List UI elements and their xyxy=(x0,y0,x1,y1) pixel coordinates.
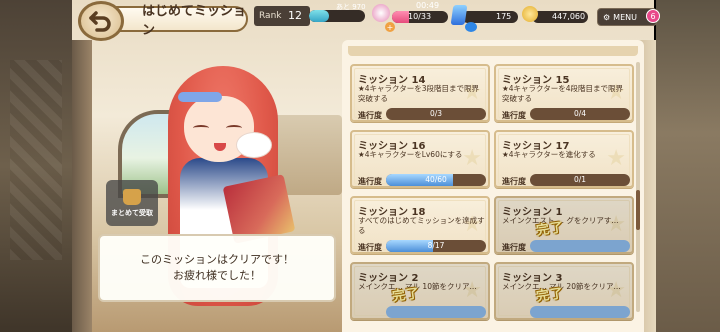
scrollbar-thumb[interactable] xyxy=(636,190,640,230)
mission-card[interactable]: ★ ミッション 2 メインクエ... マル 10節をクリア... 完了 xyxy=(350,262,490,320)
complete-stamp: 完了 xyxy=(535,286,566,305)
progress-label: 進行度 xyxy=(502,243,526,252)
menu-notification-badge: 6 xyxy=(646,9,660,23)
bow-icon xyxy=(236,132,272,158)
back-button[interactable] xyxy=(78,1,124,41)
mission-card[interactable]: ★ ミッション 15 ★4キャラクターを4段階目まで限界突破する 進行度 0/4 xyxy=(494,64,634,122)
collect-all-button[interactable]: まとめて受取 xyxy=(106,180,158,226)
character-dialog: このミッションはクリアです！ お疲れ様でした！ xyxy=(98,234,336,302)
mission-card[interactable]: ★ ミッション 17 ★4キャラクターを進化する 進行度 0/1 xyxy=(494,130,634,188)
progress-bar xyxy=(530,240,630,252)
stamina-icon xyxy=(372,4,390,22)
collect-all-label: まとめて受取 xyxy=(111,208,153,217)
mission-description: ★4キャラクターを4段階目まで限界突破する xyxy=(502,84,623,103)
mission-card[interactable]: ★ ミッション 14 ★4キャラクターを3段階目まで限界突破する 進行度 0/3 xyxy=(350,64,490,122)
mission-description: ★4キャラクターを3段階目まで限界突破する xyxy=(358,84,479,103)
progress-label: 進行度 xyxy=(358,111,382,120)
mission-description: すべてのはじめてミッションを達成する xyxy=(358,216,485,235)
mission-card[interactable]: ★ ミッション 16 ★4キャラクターをLv60にする 進行度 40/60 xyxy=(350,130,490,188)
progress-bar: 0/4 xyxy=(530,108,630,120)
stamina-text: 10/33 xyxy=(408,12,432,21)
stamina-bar-fill xyxy=(392,11,409,23)
progress-bar: 0/3 xyxy=(386,108,486,120)
rank-value: 12 xyxy=(288,9,302,22)
character-eye xyxy=(226,125,242,131)
progress-bar xyxy=(530,306,630,318)
back-arrow-icon xyxy=(89,11,111,32)
gem-icon xyxy=(450,5,468,25)
dialog-line-1: このミッションはクリアです！ xyxy=(140,253,294,266)
page-title: はじめてミッション xyxy=(116,4,248,38)
stamina-timer: 00:49 xyxy=(416,1,440,10)
mission-description: ★4キャラクターを進化する xyxy=(502,150,596,159)
exp-bar-fill xyxy=(309,10,329,22)
progress-bar: 40/60 xyxy=(386,174,486,186)
right-border xyxy=(656,0,720,332)
progress-value: 0/4 xyxy=(573,109,587,118)
hairpin-icon xyxy=(178,92,222,102)
mission-description: メインクエ... マル 10節をクリア... xyxy=(358,282,477,291)
mission-description: メインクエスト ... グをクリアす... xyxy=(502,216,619,225)
mission-list-top-edge xyxy=(348,46,638,56)
menu-label: MENU xyxy=(613,12,637,22)
exp-next-label: あと 970 xyxy=(336,3,366,11)
progress-bar xyxy=(386,306,486,318)
coin-icon xyxy=(522,6,538,22)
gear-icon: ⚙ xyxy=(603,12,611,22)
game-screen: はじめてミッション Rank 12 あと 970 + 10/33 00:49 1… xyxy=(0,0,720,332)
mission-card[interactable]: ★ ミッション 18 すべてのはじめてミッションを達成する 進行度 8/17 xyxy=(350,196,490,254)
stamina-add-button[interactable]: + xyxy=(385,22,395,32)
coin-count: 447,060 xyxy=(552,12,586,21)
mission-description: ★4キャラクターをLv60にする xyxy=(358,150,463,159)
gift-icon xyxy=(123,188,141,205)
progress-label: 進行度 xyxy=(502,177,526,186)
progress-label: 進行度 xyxy=(358,243,382,252)
character-eye xyxy=(193,125,209,131)
mission-card[interactable]: ★ ミッション 3 メインクエ... マル 20節をクリア... 完了 xyxy=(494,262,634,320)
rank-label: Rank xyxy=(259,11,282,21)
progress-bar: 8/17 xyxy=(386,240,486,252)
room-wall xyxy=(72,40,92,332)
progress-value: 40/60 xyxy=(425,175,447,184)
gem-count: 175 xyxy=(496,12,512,21)
dialog-line-2: お疲れ様でした！ xyxy=(173,269,261,282)
complete-stamp: 完了 xyxy=(535,220,566,239)
complete-stamp: 完了 xyxy=(391,286,422,305)
progress-value: 0/1 xyxy=(573,175,587,184)
progress-value: 8/17 xyxy=(427,241,445,250)
progress-bar: 0/1 xyxy=(530,174,630,186)
gem-add-button[interactable] xyxy=(465,22,477,32)
progress-value: 0/3 xyxy=(429,109,443,118)
progress-label: 進行度 xyxy=(502,111,526,120)
mission-description: メインクエ... マル 20節をクリア... xyxy=(502,282,621,291)
progress-label: 進行度 xyxy=(358,177,382,186)
mission-card[interactable]: ★ ミッション 1 メインクエスト ... グをクリアす... 進行度 完了 xyxy=(494,196,634,254)
left-border xyxy=(0,0,72,332)
scrollbar[interactable] xyxy=(636,62,640,312)
page-title-text: はじめてミッション xyxy=(142,4,247,38)
